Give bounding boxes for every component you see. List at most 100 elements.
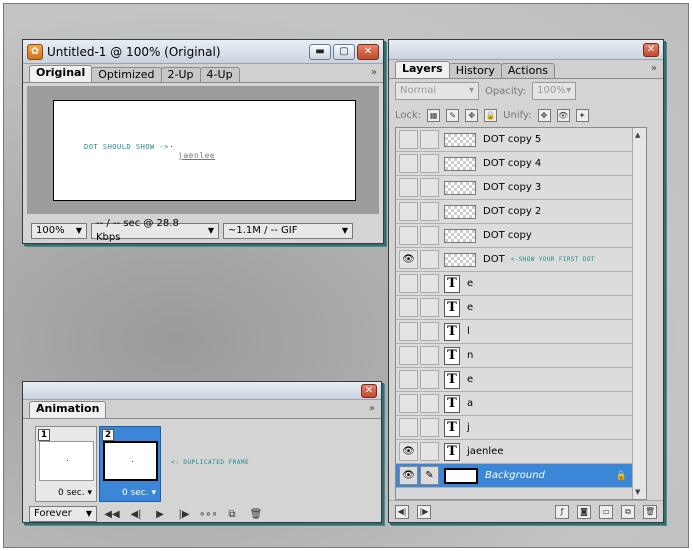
layer-row[interactable]: DOT copy 3 bbox=[396, 176, 633, 200]
loop-select[interactable]: Forever ▼ bbox=[29, 506, 97, 522]
tab-4-up[interactable]: 4-Up bbox=[199, 67, 240, 82]
frame-delay-select[interactable]: 0 sec. ▾ bbox=[122, 488, 156, 498]
document-titlebar[interactable]: ✿ Untitled-1 @ 100% (Original) ▬ ▢ ✕ bbox=[23, 40, 383, 64]
tab-original[interactable]: Original bbox=[29, 65, 93, 82]
layer-style-icon[interactable]: ƒ bbox=[555, 504, 569, 519]
panel-menu-icon[interactable]: » bbox=[651, 63, 657, 74]
layer-mask-icon[interactable]: ◙ bbox=[577, 504, 591, 519]
visibility-toggle[interactable] bbox=[399, 346, 418, 365]
first-frame-icon[interactable]: ◀◀ bbox=[103, 509, 121, 520]
zoom-select[interactable]: 100% ▼ bbox=[31, 223, 87, 239]
link-toggle[interactable] bbox=[420, 226, 439, 245]
opacity-input[interactable]: 100% ▾ bbox=[532, 82, 577, 100]
tab-history[interactable]: History bbox=[448, 63, 502, 78]
tween-icon[interactable]: ∘∘∘ bbox=[199, 509, 218, 520]
layer-row[interactable]: Tj bbox=[396, 416, 633, 440]
layer-row[interactable]: Te bbox=[396, 272, 633, 296]
lock-transparency-icon[interactable]: ▦ bbox=[427, 108, 441, 122]
layer-row[interactable]: 👁 ✎ Background 🔒 bbox=[396, 464, 633, 488]
link-toggle[interactable] bbox=[420, 394, 439, 413]
brush-icon[interactable]: ✎ bbox=[420, 466, 439, 485]
close-button[interactable]: ✕ bbox=[361, 383, 377, 398]
link-toggle[interactable] bbox=[420, 274, 439, 293]
lock-all-icon[interactable]: 🔒 bbox=[484, 108, 498, 122]
new-group-icon[interactable]: ▭ bbox=[599, 504, 613, 519]
layer-row[interactable]: DOT copy 4 bbox=[396, 152, 633, 176]
blend-mode-select[interactable]: Normal ▾ bbox=[395, 82, 479, 100]
visibility-toggle[interactable] bbox=[399, 226, 418, 245]
next-frame-icon[interactable]: |▶ bbox=[175, 509, 193, 520]
layers-titlebar[interactable]: ✕ bbox=[389, 40, 663, 60]
eye-icon[interactable]: 👁 bbox=[399, 442, 418, 461]
visibility-toggle[interactable] bbox=[399, 274, 418, 293]
link-toggle[interactable] bbox=[420, 202, 439, 221]
link-toggle[interactable] bbox=[420, 322, 439, 341]
maximize-button[interactable]: ▢ bbox=[333, 43, 355, 60]
visibility-toggle[interactable] bbox=[399, 202, 418, 221]
new-layer-icon[interactable]: ⧉ bbox=[621, 504, 635, 519]
link-toggle[interactable] bbox=[420, 178, 439, 197]
animation-titlebar[interactable]: ✕ bbox=[23, 382, 381, 400]
tab-optimized[interactable]: Optimized bbox=[91, 67, 162, 82]
eye-icon[interactable]: 👁 bbox=[399, 250, 418, 269]
layer-list-scrollbar[interactable]: ▲ ▼ bbox=[632, 128, 646, 499]
panel-menu-icon[interactable]: » bbox=[369, 403, 375, 414]
close-button[interactable]: ✕ bbox=[357, 43, 379, 60]
document-canvas[interactable]: DOT SHOULD SHOW -> jaenlee bbox=[53, 100, 356, 201]
unify-position-icon[interactable]: ✥ bbox=[537, 108, 551, 122]
visibility-toggle[interactable] bbox=[399, 178, 418, 197]
unify-style-icon[interactable]: ✦ bbox=[575, 108, 589, 122]
previous-frame-icon[interactable]: ◀| bbox=[395, 504, 409, 519]
download-speed-select[interactable]: -- / -- sec @ 28.8 Kbps ▼ bbox=[91, 218, 219, 243]
layer-row[interactable]: 👁 DOT <-SHOW YOUR FIRST DOT bbox=[396, 248, 633, 272]
layer-row[interactable]: Tl bbox=[396, 320, 633, 344]
link-toggle[interactable] bbox=[420, 298, 439, 317]
layer-row[interactable]: DOT copy bbox=[396, 224, 633, 248]
link-toggle[interactable] bbox=[420, 442, 439, 461]
next-frame-icon[interactable]: |▶ bbox=[417, 504, 431, 519]
delete-layer-icon[interactable]: 🗑 bbox=[643, 504, 657, 519]
visibility-toggle[interactable] bbox=[399, 154, 418, 173]
visibility-toggle[interactable] bbox=[399, 394, 418, 413]
layer-row[interactable]: Tn bbox=[396, 344, 633, 368]
eye-icon[interactable]: 👁 bbox=[399, 466, 418, 485]
close-button[interactable]: ✕ bbox=[643, 42, 659, 57]
desktop: ✿ Untitled-1 @ 100% (Original) ▬ ▢ ✕ Ori… bbox=[3, 3, 689, 548]
previous-frame-icon[interactable]: ◀| bbox=[127, 509, 145, 520]
link-toggle[interactable] bbox=[420, 250, 439, 269]
layer-row[interactable]: Te bbox=[396, 296, 633, 320]
link-toggle[interactable] bbox=[420, 346, 439, 365]
layer-row[interactable]: DOT copy 5 bbox=[396, 128, 633, 152]
visibility-toggle[interactable] bbox=[399, 130, 418, 149]
tab-layers[interactable]: Layers bbox=[395, 61, 450, 78]
delete-frame-icon[interactable]: 🗑 bbox=[247, 509, 265, 520]
visibility-toggle[interactable] bbox=[399, 322, 418, 341]
link-toggle[interactable] bbox=[420, 370, 439, 389]
visibility-toggle[interactable] bbox=[399, 298, 418, 317]
scroll-up-icon[interactable]: ▲ bbox=[635, 131, 640, 139]
visibility-toggle[interactable] bbox=[399, 370, 418, 389]
layer-row[interactable]: DOT copy 2 bbox=[396, 200, 633, 224]
file-size-select[interactable]: ~1.1M / -- GIF ▼ bbox=[223, 223, 353, 239]
link-toggle[interactable] bbox=[420, 130, 439, 149]
panel-menu-icon[interactable]: » bbox=[371, 67, 377, 78]
scroll-down-icon[interactable]: ▼ bbox=[635, 488, 640, 496]
visibility-toggle[interactable] bbox=[399, 418, 418, 437]
animation-frame-2[interactable]: 2 0 sec. ▾ bbox=[99, 426, 161, 502]
new-frame-icon[interactable]: ⧉ bbox=[223, 509, 241, 520]
layer-row[interactable]: Te bbox=[396, 368, 633, 392]
lock-position-icon[interactable]: ✥ bbox=[465, 108, 479, 122]
lock-image-icon[interactable]: ✎ bbox=[446, 108, 460, 122]
play-icon[interactable]: ▶ bbox=[151, 509, 169, 520]
layer-row[interactable]: 👁 Tjaenlee bbox=[396, 440, 633, 464]
frame-delay-select[interactable]: 0 sec. ▾ bbox=[58, 488, 92, 498]
tab-animation[interactable]: Animation bbox=[29, 401, 107, 418]
animation-frame-1[interactable]: 1 0 sec. ▾ bbox=[35, 426, 97, 502]
tab-2-up[interactable]: 2-Up bbox=[160, 67, 201, 82]
tab-actions[interactable]: Actions bbox=[500, 63, 556, 78]
link-toggle[interactable] bbox=[420, 154, 439, 173]
unify-visibility-icon[interactable]: 👁 bbox=[556, 108, 570, 122]
link-toggle[interactable] bbox=[420, 418, 439, 437]
minimize-button[interactable]: ▬ bbox=[309, 43, 331, 60]
layer-row[interactable]: Ta bbox=[396, 392, 633, 416]
